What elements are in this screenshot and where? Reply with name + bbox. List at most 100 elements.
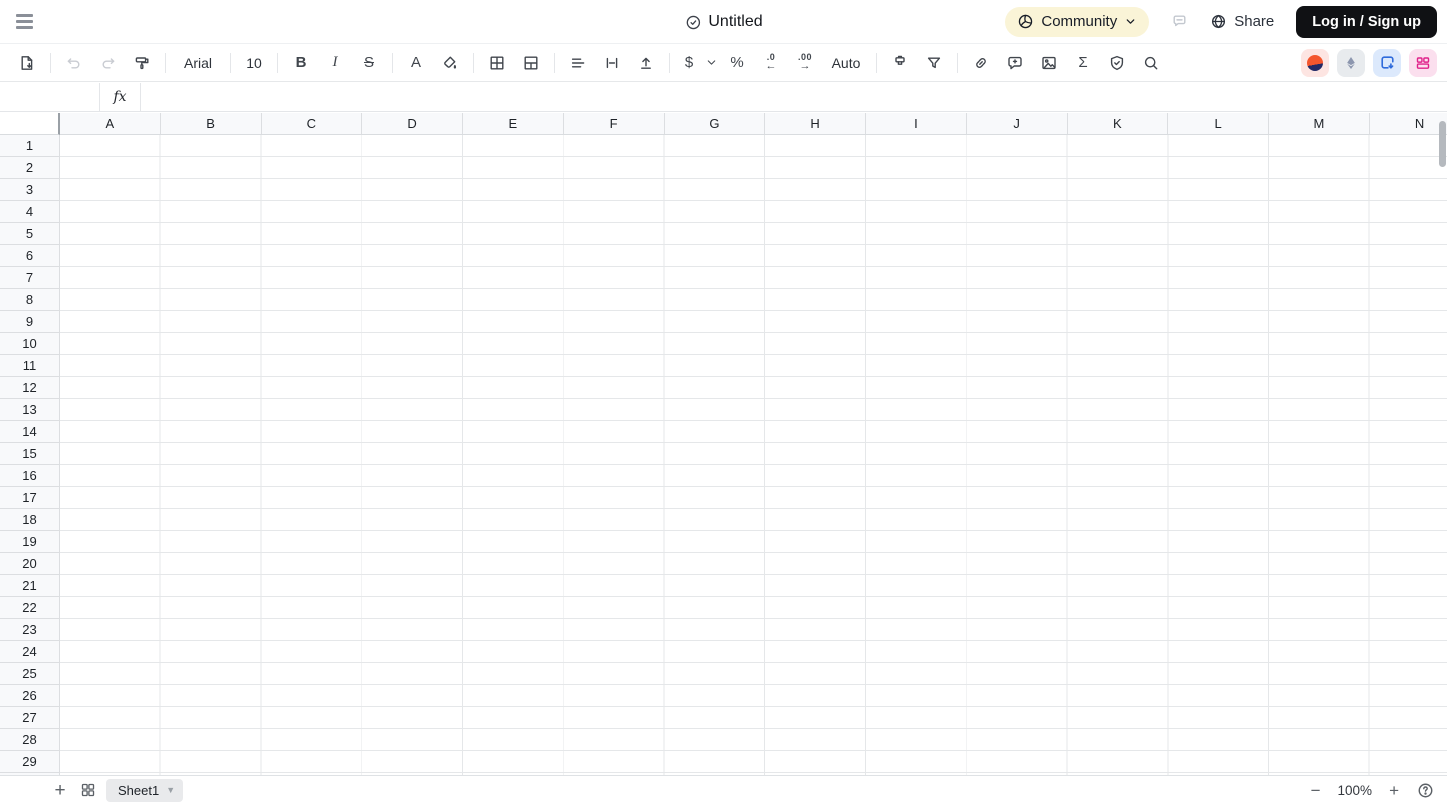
search-button[interactable] [1138, 50, 1164, 76]
all-sheets-button[interactable] [76, 778, 100, 802]
import-plugin-button[interactable] [1373, 48, 1401, 77]
column-header-E[interactable]: E [463, 113, 564, 134]
zoom-level[interactable]: 100% [1338, 783, 1373, 798]
currency-format-button[interactable]: $ [680, 50, 698, 76]
horizontal-align-button[interactable] [565, 50, 591, 76]
column-header-B[interactable]: B [161, 113, 262, 134]
row-header-26[interactable]: 26 [0, 685, 59, 707]
select-all-corner[interactable] [0, 113, 60, 135]
row-header-16[interactable]: 16 [0, 465, 59, 487]
add-comment-button[interactable] [1002, 50, 1028, 76]
globe-icon [1212, 14, 1226, 29]
row-header-17[interactable]: 17 [0, 487, 59, 509]
font-size-select[interactable]: 10 [241, 50, 267, 76]
zoom-in-button[interactable]: + [1389, 782, 1399, 799]
menu-icon[interactable] [16, 10, 40, 34]
row-header-10[interactable]: 10 [0, 333, 59, 355]
row-header-21[interactable]: 21 [0, 575, 59, 597]
row-header-23[interactable]: 23 [0, 619, 59, 641]
login-signup-button[interactable]: Log in / Sign up [1296, 5, 1437, 38]
row-header-20[interactable]: 20 [0, 553, 59, 575]
layout-plugin-button[interactable] [1409, 48, 1437, 77]
row-header-6[interactable]: 6 [0, 245, 59, 267]
sum-function-button[interactable]: Σ [1070, 50, 1096, 76]
decrease-decimal-button[interactable]: .0 ← [758, 50, 784, 76]
row-header-22[interactable]: 22 [0, 597, 59, 619]
community-button[interactable]: Community [1005, 6, 1150, 37]
row-header-3[interactable]: 3 [0, 179, 59, 201]
insert-link-button[interactable] [968, 50, 994, 76]
row-header-2[interactable]: 2 [0, 157, 59, 179]
row-header-29[interactable]: 29 [0, 751, 59, 773]
plugin-logo-button[interactable] [1301, 48, 1329, 77]
borders-icon [490, 56, 504, 70]
formula-input[interactable] [141, 83, 1447, 111]
row-header-25[interactable]: 25 [0, 663, 59, 685]
document-title-area[interactable]: Untitled [684, 0, 763, 44]
strikethrough-button[interactable]: S [356, 50, 382, 76]
comment-bubble-icon[interactable] [1171, 13, 1188, 30]
format-painter-button[interactable] [129, 50, 155, 76]
text-wrap-button[interactable] [599, 50, 625, 76]
column-header-G[interactable]: G [665, 113, 766, 134]
row-header-27[interactable]: 27 [0, 707, 59, 729]
new-document-button[interactable] [14, 50, 40, 76]
sheet-cells[interactable] [60, 135, 1447, 775]
conditional-format-button[interactable] [887, 50, 913, 76]
font-family-select[interactable]: Arial [176, 50, 220, 76]
row-header-5[interactable]: 5 [0, 223, 59, 245]
shield-check-icon [1110, 55, 1124, 70]
row-header-15[interactable]: 15 [0, 443, 59, 465]
column-header-K[interactable]: K [1068, 113, 1169, 134]
vertical-scrollbar[interactable] [1439, 121, 1446, 167]
row-header-4[interactable]: 4 [0, 201, 59, 223]
zoom-out-button[interactable]: − [1311, 782, 1321, 799]
insert-image-button[interactable] [1036, 50, 1062, 76]
column-header-H[interactable]: H [765, 113, 866, 134]
column-header-I[interactable]: I [866, 113, 967, 134]
fill-color-button[interactable] [437, 50, 463, 76]
number-format-select[interactable]: Auto [826, 50, 866, 76]
row-header-7[interactable]: 7 [0, 267, 59, 289]
share-button[interactable]: Share [1210, 13, 1274, 30]
undo-icon [67, 57, 80, 68]
row-header-9[interactable]: 9 [0, 311, 59, 333]
row-header-13[interactable]: 13 [0, 399, 59, 421]
name-box[interactable] [0, 83, 100, 111]
increase-decimal-button[interactable]: .00 → [792, 50, 818, 76]
vertical-align-button[interactable] [633, 50, 659, 76]
sheet-tab[interactable]: Sheet1 ▼ [106, 778, 184, 802]
row-header-28[interactable]: 28 [0, 729, 59, 751]
row-header-24[interactable]: 24 [0, 641, 59, 663]
undo-button[interactable] [61, 50, 87, 76]
ethereum-plugin-button[interactable] [1337, 48, 1365, 77]
text-color-button[interactable]: A [403, 50, 429, 76]
column-header-A[interactable]: A [60, 113, 161, 134]
bold-button[interactable]: B [288, 50, 314, 76]
percent-format-button[interactable]: % [724, 50, 750, 76]
italic-button[interactable]: I [322, 50, 348, 76]
row-header-12[interactable]: 12 [0, 377, 59, 399]
help-button[interactable] [1416, 781, 1434, 799]
add-sheet-button[interactable]: + [48, 778, 72, 802]
row-header-11[interactable]: 11 [0, 355, 59, 377]
column-header-N[interactable]: N [1370, 113, 1447, 134]
row-header-19[interactable]: 19 [0, 531, 59, 553]
column-header-L[interactable]: L [1168, 113, 1269, 134]
column-header-M[interactable]: M [1269, 113, 1370, 134]
row-header-14[interactable]: 14 [0, 421, 59, 443]
currency-more-button[interactable] [702, 50, 720, 76]
column-header-J[interactable]: J [967, 113, 1068, 134]
column-header-D[interactable]: D [362, 113, 463, 134]
merge-cells-button[interactable] [518, 50, 544, 76]
row-header-1[interactable]: 1 [0, 135, 59, 157]
data-validation-button[interactable] [1104, 50, 1130, 76]
column-header-F[interactable]: F [564, 113, 665, 134]
redo-button[interactable] [95, 50, 121, 76]
column-header-C[interactable]: C [262, 113, 363, 134]
chevron-down-icon [1126, 19, 1135, 24]
borders-button[interactable] [484, 50, 510, 76]
row-header-18[interactable]: 18 [0, 509, 59, 531]
row-header-8[interactable]: 8 [0, 289, 59, 311]
filter-button[interactable] [921, 50, 947, 76]
